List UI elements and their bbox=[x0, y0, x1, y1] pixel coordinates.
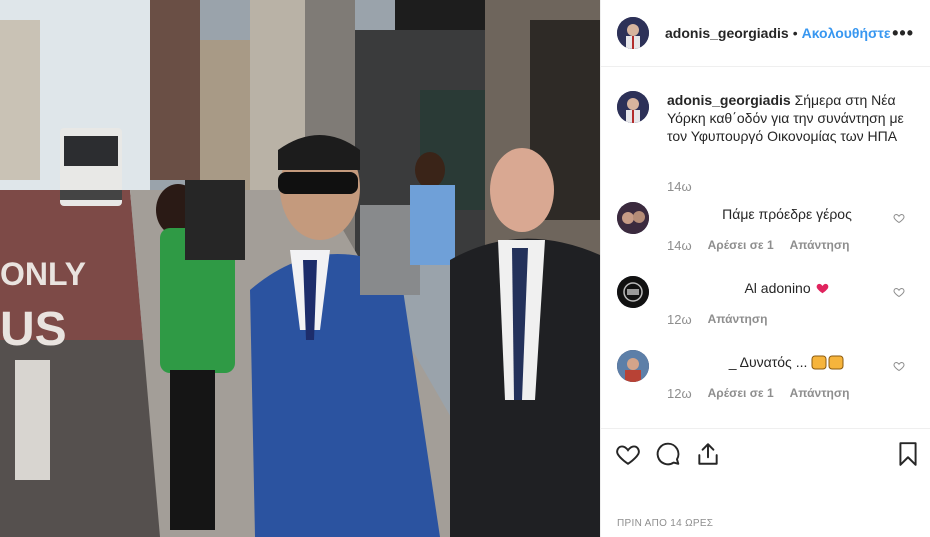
comment-text: Πάμε πρόεδρε γέρος bbox=[722, 206, 852, 222]
street-marking-only: ONLY bbox=[0, 256, 86, 292]
follow-button[interactable]: Ακολουθήστε bbox=[802, 25, 891, 41]
caption-author-avatar[interactable] bbox=[617, 91, 649, 123]
comment-likes[interactable]: Αρέσει σε 1 bbox=[708, 238, 774, 253]
reply-button[interactable]: Απάντηση bbox=[790, 238, 850, 253]
caption-time[interactable]: 14ω bbox=[667, 179, 692, 194]
caption-meta: 14ω bbox=[667, 179, 692, 194]
comment-likes[interactable]: Αρέσει σε 1 bbox=[708, 386, 774, 401]
more-options-icon[interactable]: ••• bbox=[892, 23, 914, 44]
comment-meta: 12ω Απάντηση bbox=[667, 312, 767, 327]
separator-dot: • bbox=[792, 25, 798, 41]
comment-text-wrap: Al adonino bbox=[667, 279, 907, 297]
comment-time[interactable]: 14ω bbox=[667, 238, 692, 253]
comment-text: Al adonino bbox=[744, 280, 811, 296]
comment-time[interactable]: 12ω bbox=[667, 312, 692, 327]
action-bar bbox=[601, 428, 930, 478]
comment-meta: 14ω Αρέσει σε 1 Απάντηση bbox=[667, 238, 849, 253]
post-side-panel: adonis_georgiadis • Ακολουθήστε ••• adon… bbox=[600, 0, 930, 537]
post-timestamp[interactable]: ΠΡΙΝ ΑΠΟ 14 ΩΡΕΣ bbox=[617, 518, 713, 529]
commenter-avatar[interactable] bbox=[617, 276, 649, 308]
caption-body: adonis_georgiadis Σήμερα στη Νέα Υόρκη κ… bbox=[667, 91, 907, 145]
commenter-avatar[interactable] bbox=[617, 350, 649, 382]
post-header: adonis_georgiadis • Ακολουθήστε ••• bbox=[601, 0, 930, 67]
comment-meta: 12ω Αρέσει σε 1 Απάντηση bbox=[667, 386, 849, 401]
share-icon[interactable] bbox=[695, 441, 721, 467]
caption-username[interactable]: adonis_georgiadis bbox=[667, 92, 791, 108]
comment-text-wrap: _ Δυνατός ... bbox=[667, 353, 907, 371]
raising-hands-emoji-icon bbox=[811, 355, 844, 370]
comment-like-heart-icon[interactable] bbox=[893, 286, 905, 298]
comment-like-heart-icon[interactable] bbox=[893, 360, 905, 372]
author-avatar[interactable] bbox=[617, 17, 649, 49]
reply-button[interactable]: Απάντηση bbox=[790, 386, 850, 401]
post-photo[interactable]: ONLY US bbox=[0, 0, 600, 537]
red-heart-emoji-icon bbox=[816, 283, 828, 294]
comment-bubble-icon[interactable] bbox=[655, 441, 681, 467]
comment-text: _ Δυνατός ... bbox=[728, 354, 808, 370]
bookmark-icon[interactable] bbox=[895, 441, 921, 467]
street-scene-image: ONLY US bbox=[0, 0, 600, 537]
heart-icon[interactable] bbox=[615, 441, 641, 467]
comment-like-heart-icon[interactable] bbox=[893, 212, 905, 224]
commenter-avatar[interactable] bbox=[617, 202, 649, 234]
comments-list[interactable]: adonis_georgiadis Σήμερα στη Νέα Υόρκη κ… bbox=[601, 68, 930, 428]
comment-time[interactable]: 12ω bbox=[667, 386, 692, 401]
author-username[interactable]: adonis_georgiadis bbox=[665, 25, 789, 41]
reply-button[interactable]: Απάντηση bbox=[708, 312, 768, 327]
street-marking-us: US bbox=[0, 303, 67, 356]
